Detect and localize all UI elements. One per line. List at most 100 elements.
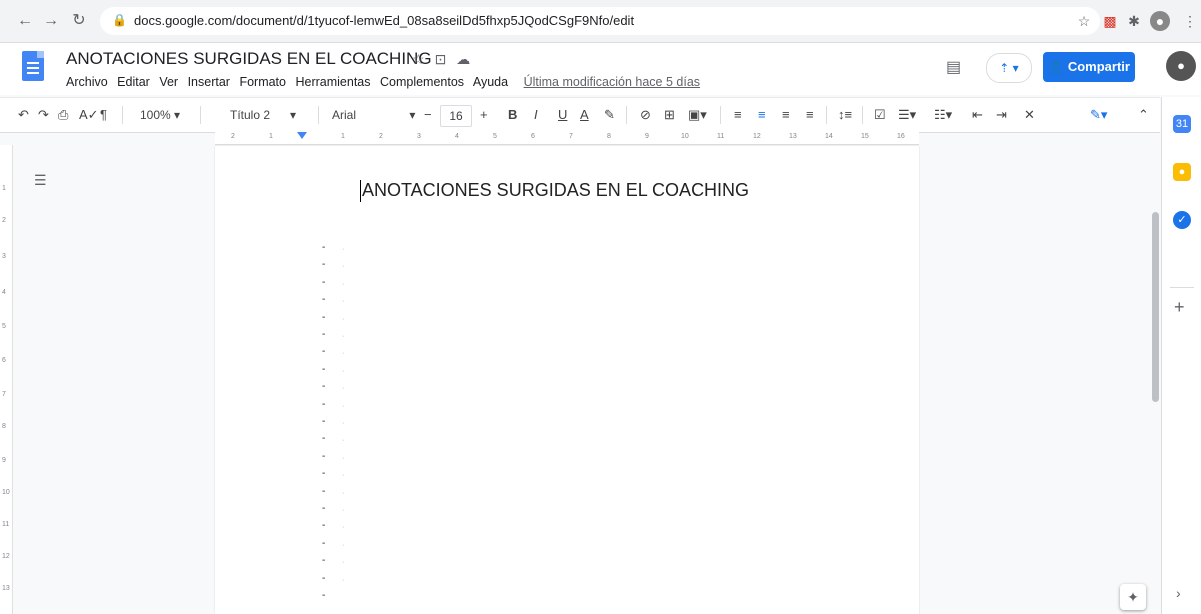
keep-icon[interactable]: ●	[1173, 163, 1191, 181]
italic-icon[interactable]: I	[534, 106, 538, 124]
checklist-icon[interactable]: ☑	[874, 106, 886, 124]
list-item[interactable]: -	[322, 591, 362, 601]
bookmark-star-icon[interactable]: ☆	[1074, 11, 1094, 31]
menu-archivo[interactable]: Archivo	[66, 75, 108, 89]
ruler-label: 9	[645, 133, 649, 140]
paragraph-mark: ·	[342, 576, 345, 584]
increase-font-icon[interactable]: +	[480, 106, 488, 124]
last-edit-link[interactable]: Última modificación hace 5 días	[524, 75, 700, 89]
list-item[interactable]: - ·	[322, 295, 362, 306]
underline-icon[interactable]: U	[558, 106, 567, 124]
lock-icon: 🔒	[112, 13, 127, 27]
list-item[interactable]: - ·	[322, 486, 362, 497]
numbered-list-icon[interactable]: ☷▾	[934, 106, 952, 124]
line-spacing-icon[interactable]: ↕≡	[838, 106, 852, 124]
text-color-icon[interactable]: A	[580, 106, 589, 124]
spellcheck-icon[interactable]: A✓	[79, 106, 99, 124]
horizontal-ruler[interactable]: 2 1 1 2 3 4 5 6 7 8 9 10 11 12 13 14 15 …	[215, 132, 919, 145]
decrease-font-icon[interactable]: −	[424, 106, 432, 124]
list-item[interactable]: - ·	[322, 260, 362, 271]
paint-format-icon[interactable]: ¶	[100, 106, 107, 124]
align-center-icon[interactable]: ≡	[758, 106, 766, 124]
justify-icon[interactable]: ≡	[806, 106, 814, 124]
vertical-ruler[interactable]: 1 2 3 4 5 6 7 8 9 10 11 12 13	[0, 145, 13, 614]
list-item[interactable]: - ·	[322, 504, 362, 515]
menu-insertar[interactable]: Insertar	[188, 75, 230, 89]
style-value: Título 2	[230, 108, 271, 122]
menu-ayuda[interactable]: Ayuda	[473, 75, 508, 89]
paragraph-mark: ·	[342, 298, 345, 306]
list-item[interactable]: - ·	[322, 382, 362, 393]
align-left-icon[interactable]: ≡	[734, 106, 742, 124]
reload-icon[interactable]: ↻	[68, 10, 90, 32]
list-item[interactable]: - ·	[322, 451, 362, 462]
document-heading[interactable]: ANOTACIONES SURGIDAS EN EL COACHING	[359, 180, 749, 202]
link-icon[interactable]: ⊘	[640, 106, 651, 124]
move-folder-icon[interactable]: ⊡	[435, 51, 457, 67]
clear-formatting-icon[interactable]: ✕	[1024, 106, 1035, 124]
profile-avatar-icon[interactable]: ●	[1150, 11, 1170, 31]
menu-editar[interactable]: Editar	[117, 75, 150, 89]
list-item[interactable]: - ·	[322, 521, 362, 532]
vertical-scrollbar[interactable]	[1152, 212, 1159, 402]
list-item[interactable]: - ·	[322, 556, 362, 567]
star-icon[interactable]: ☆	[412, 51, 435, 67]
list-item[interactable]: - ·	[322, 330, 362, 341]
list-item[interactable]: - ·	[322, 399, 362, 410]
add-addon-icon[interactable]: +	[1174, 297, 1185, 318]
cloud-status-icon[interactable]: ☁	[456, 51, 480, 67]
extension-icon[interactable]: ▩	[1100, 11, 1120, 31]
list-item[interactable]: - ·	[322, 277, 362, 288]
comment-icon[interactable]: ⊞	[664, 106, 675, 124]
menu-herramientas[interactable]: Herramientas	[295, 75, 370, 89]
list-item[interactable]: - ·	[322, 434, 362, 445]
list-item[interactable]: - ·	[322, 243, 362, 254]
zoom-select[interactable]: 100% ▾	[140, 106, 180, 124]
decrease-indent-icon[interactable]: ⇤	[972, 106, 983, 124]
list-item[interactable]: - ·	[322, 364, 362, 375]
document-title[interactable]: ANOTACIONES SURGIDAS EN EL COACHING	[66, 49, 432, 69]
document-outline-icon[interactable]: ☰	[34, 172, 47, 189]
indent-marker[interactable]	[297, 132, 307, 139]
image-icon[interactable]: ▣▾	[688, 106, 707, 124]
bulleted-list-icon[interactable]: ☰▾	[898, 106, 916, 124]
font-select[interactable]: Arial ▾	[332, 106, 415, 124]
undo-icon[interactable]: ↶	[18, 106, 29, 124]
list-item[interactable]: - ·	[322, 469, 362, 480]
list-item[interactable]: - ·	[322, 347, 362, 358]
ruler-label: 8	[607, 133, 611, 140]
font-size-input[interactable]: 16	[440, 105, 472, 127]
menu-complementos[interactable]: Complementos	[380, 75, 464, 89]
list-item[interactable]: - ·	[322, 417, 362, 428]
tasks-icon[interactable]: ✓	[1173, 211, 1191, 229]
collapse-menus-icon[interactable]: ⌃	[1138, 106, 1149, 124]
docs-logo-icon[interactable]	[22, 51, 44, 81]
menu-ver[interactable]: Ver	[159, 75, 178, 89]
align-right-icon[interactable]: ≡	[782, 106, 790, 124]
style-select[interactable]: Título 2 ▾	[230, 106, 296, 124]
browser-menu-icon[interactable]: ⋮	[1180, 11, 1200, 31]
vruler-label: 9	[2, 457, 6, 464]
list-item[interactable]: - ·	[322, 538, 362, 549]
print-icon[interactable]: ⎙	[58, 106, 68, 124]
editing-mode-icon[interactable]: ✎▾	[1090, 106, 1107, 124]
comments-icon[interactable]: ▤	[946, 57, 961, 77]
bold-icon[interactable]: B	[508, 106, 517, 124]
present-button[interactable]: ⇡ ▾	[986, 53, 1032, 83]
redo-icon[interactable]: ↷	[38, 106, 49, 124]
increase-indent-icon[interactable]: ⇥	[996, 106, 1007, 124]
menu-formato[interactable]: Formato	[239, 75, 286, 89]
explore-icon[interactable]: ✦	[1120, 584, 1146, 610]
document-page[interactable]: ANOTACIONES SURGIDAS EN EL COACHING - · - ·…	[215, 146, 919, 614]
user-avatar[interactable]: ●	[1166, 51, 1196, 81]
highlight-icon[interactable]: ✎	[604, 106, 615, 124]
forward-icon[interactable]: →	[40, 10, 62, 32]
back-icon[interactable]: ←	[14, 10, 36, 32]
list-item[interactable]: - ·	[322, 573, 362, 584]
calendar-icon[interactable]: 31	[1173, 115, 1191, 133]
address-bar[interactable]: 🔒 docs.google.com/document/d/1tyucof-lem…	[100, 7, 1100, 35]
collapse-panel-icon[interactable]: ›	[1176, 585, 1181, 601]
list-item[interactable]: - ·	[322, 312, 362, 323]
share-button[interactable]: 👤 Compartir	[1043, 52, 1135, 82]
extensions-puzzle-icon[interactable]: ✱	[1124, 11, 1144, 31]
